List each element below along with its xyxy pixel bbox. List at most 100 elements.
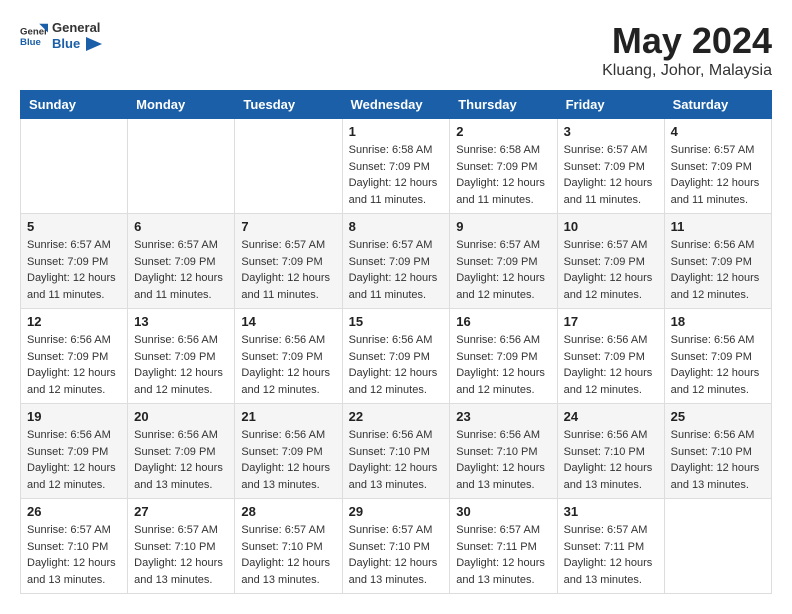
logo-icon: General Blue bbox=[20, 22, 48, 50]
table-row bbox=[128, 119, 235, 214]
day-number: 16 bbox=[456, 314, 550, 329]
day-number: 6 bbox=[134, 219, 228, 234]
table-row: 19 Sunrise: 6:56 AMSunset: 7:09 PMDayligh… bbox=[21, 404, 128, 499]
header-wednesday: Wednesday bbox=[342, 91, 450, 119]
table-row: 8Sunrise: 6:57 AMSunset: 7:09 PMDaylight… bbox=[342, 214, 450, 309]
calendar-table: Sunday Monday Tuesday Wednesday Thursday… bbox=[20, 90, 772, 594]
day-info: Sunrise: 6:57 AMSunset: 7:09 PMDaylight:… bbox=[241, 237, 335, 303]
day-number: 17 bbox=[564, 314, 658, 329]
day-info: Sunrise: 6:57 AMSunset: 7:10 PMDaylight:… bbox=[134, 522, 228, 588]
table-row: 22 Sunrise: 6:56 AMSunset: 7:10 PMDayligh… bbox=[342, 404, 450, 499]
table-row: 12 Sunrise: 6:56 AMSunset: 7:09 PMDayligh… bbox=[21, 309, 128, 404]
calendar-week-row: 19 Sunrise: 6:56 AMSunset: 7:09 PMDayligh… bbox=[21, 404, 772, 499]
day-info: Sunrise: 6:56 AMSunset: 7:10 PMDaylight:… bbox=[564, 427, 658, 493]
table-row: 21Sunrise: 6:56 AMSunset: 7:09 PMDayligh… bbox=[235, 404, 342, 499]
title-block: May 2024 Kluang, Johor, Malaysia bbox=[602, 20, 772, 80]
table-row: 20 Sunrise: 6:56 AMSunset: 7:09 PMDayligh… bbox=[128, 404, 235, 499]
table-row: 27 Sunrise: 6:57 AMSunset: 7:10 PMDayligh… bbox=[128, 499, 235, 594]
calendar-week-row: 26Sunrise: 6:57 AMSunset: 7:10 PMDayligh… bbox=[21, 499, 772, 594]
calendar-location: Kluang, Johor, Malaysia bbox=[602, 62, 772, 80]
day-number: 31 bbox=[564, 504, 658, 519]
day-info: Sunrise: 6:56 AMSunset: 7:09 PMDaylight:… bbox=[241, 332, 335, 398]
day-number: 25 bbox=[671, 409, 765, 424]
day-number: 22 bbox=[349, 409, 444, 424]
day-info: Sunrise: 6:56 AMSunset: 7:09 PMDaylight:… bbox=[456, 332, 550, 398]
header-saturday: Saturday bbox=[664, 91, 771, 119]
table-row: 25 Sunrise: 6:56 AMSunset: 7:10 PMDayligh… bbox=[664, 404, 771, 499]
day-number: 8 bbox=[349, 219, 444, 234]
table-row: 10 Sunrise: 6:57 AMSunset: 7:09 PMDayligh… bbox=[557, 214, 664, 309]
day-info: Sunrise: 6:56 AMSunset: 7:09 PMDaylight:… bbox=[241, 427, 335, 493]
table-row bbox=[664, 499, 771, 594]
weekday-header-row: Sunday Monday Tuesday Wednesday Thursday… bbox=[21, 91, 772, 119]
table-row: 7 Sunrise: 6:57 AMSunset: 7:09 PMDaylight… bbox=[235, 214, 342, 309]
day-info: Sunrise: 6:56 AMSunset: 7:09 PMDaylight:… bbox=[349, 332, 444, 398]
day-info: Sunrise: 6:56 AMSunset: 7:09 PMDaylight:… bbox=[671, 332, 765, 398]
table-row: 18 Sunrise: 6:56 AMSunset: 7:09 PMDayligh… bbox=[664, 309, 771, 404]
day-number: 24 bbox=[564, 409, 658, 424]
table-row: 13Sunrise: 6:56 AMSunset: 7:09 PMDayligh… bbox=[128, 309, 235, 404]
day-info: Sunrise: 6:58 AMSunset: 7:09 PMDaylight:… bbox=[456, 142, 550, 208]
table-row: 30 Sunrise: 6:57 AMSunset: 7:11 PMDayligh… bbox=[450, 499, 557, 594]
table-row bbox=[235, 119, 342, 214]
day-info: Sunrise: 6:57 AMSunset: 7:10 PMDaylight:… bbox=[241, 522, 335, 588]
day-info: Sunrise: 6:56 AMSunset: 7:09 PMDaylight:… bbox=[134, 427, 228, 493]
table-row: 17 Sunrise: 6:56 AMSunset: 7:09 PMDayligh… bbox=[557, 309, 664, 404]
day-info: Sunrise: 6:56 AMSunset: 7:09 PMDaylight:… bbox=[564, 332, 658, 398]
header-monday: Monday bbox=[128, 91, 235, 119]
day-number: 19 bbox=[27, 409, 121, 424]
day-number: 27 bbox=[134, 504, 228, 519]
day-number: 14 bbox=[241, 314, 335, 329]
svg-text:Blue: Blue bbox=[20, 36, 41, 47]
day-info: Sunrise: 6:57 AMSunset: 7:09 PMDaylight:… bbox=[564, 237, 658, 303]
day-info: Sunrise: 6:56 AMSunset: 7:10 PMDaylight:… bbox=[671, 427, 765, 493]
day-info: Sunrise: 6:56 AMSunset: 7:10 PMDaylight:… bbox=[349, 427, 444, 493]
table-row: 15Sunrise: 6:56 AMSunset: 7:09 PMDayligh… bbox=[342, 309, 450, 404]
table-row: 1Sunrise: 6:58 AMSunset: 7:09 PMDaylight… bbox=[342, 119, 450, 214]
logo-general-text: General bbox=[52, 20, 100, 35]
logo-arrow-icon bbox=[86, 37, 102, 51]
table-row: 29 Sunrise: 6:57 AMSunset: 7:10 PMDayligh… bbox=[342, 499, 450, 594]
calendar-week-row: 1Sunrise: 6:58 AMSunset: 7:09 PMDaylight… bbox=[21, 119, 772, 214]
page-header: General Blue General Blue May 2024 Kluan… bbox=[20, 20, 772, 80]
header-friday: Friday bbox=[557, 91, 664, 119]
calendar-week-row: 5Sunrise: 6:57 AMSunset: 7:09 PMDaylight… bbox=[21, 214, 772, 309]
day-number: 28 bbox=[241, 504, 335, 519]
day-number: 13 bbox=[134, 314, 228, 329]
table-row: 24 Sunrise: 6:56 AMSunset: 7:10 PMDayligh… bbox=[557, 404, 664, 499]
day-number: 3 bbox=[564, 124, 658, 139]
day-info: Sunrise: 6:57 AMSunset: 7:10 PMDaylight:… bbox=[349, 522, 444, 588]
day-info: Sunrise: 6:57 AMSunset: 7:09 PMDaylight:… bbox=[671, 142, 765, 208]
table-row: 5Sunrise: 6:57 AMSunset: 7:09 PMDaylight… bbox=[21, 214, 128, 309]
day-info: Sunrise: 6:56 AMSunset: 7:09 PMDaylight:… bbox=[27, 427, 121, 493]
day-info: Sunrise: 6:57 AMSunset: 7:11 PMDaylight:… bbox=[456, 522, 550, 588]
day-info: Sunrise: 6:57 AMSunset: 7:09 PMDaylight:… bbox=[134, 237, 228, 303]
day-number: 4 bbox=[671, 124, 765, 139]
day-info: Sunrise: 6:56 AMSunset: 7:09 PMDaylight:… bbox=[671, 237, 765, 303]
day-number: 20 bbox=[134, 409, 228, 424]
day-info: Sunrise: 6:57 AMSunset: 7:09 PMDaylight:… bbox=[27, 237, 121, 303]
day-info: Sunrise: 6:56 AMSunset: 7:10 PMDaylight:… bbox=[456, 427, 550, 493]
day-number: 12 bbox=[27, 314, 121, 329]
day-number: 10 bbox=[564, 219, 658, 234]
table-row: 4 Sunrise: 6:57 AMSunset: 7:09 PMDaylight… bbox=[664, 119, 771, 214]
day-info: Sunrise: 6:57 AMSunset: 7:09 PMDaylight:… bbox=[564, 142, 658, 208]
day-number: 23 bbox=[456, 409, 550, 424]
header-sunday: Sunday bbox=[21, 91, 128, 119]
logo: General Blue General Blue bbox=[20, 20, 102, 51]
table-row: 23 Sunrise: 6:56 AMSunset: 7:10 PMDayligh… bbox=[450, 404, 557, 499]
header-tuesday: Tuesday bbox=[235, 91, 342, 119]
day-info: Sunrise: 6:56 AMSunset: 7:09 PMDaylight:… bbox=[27, 332, 121, 398]
day-number: 7 bbox=[241, 219, 335, 234]
day-number: 9 bbox=[456, 219, 550, 234]
day-number: 18 bbox=[671, 314, 765, 329]
day-number: 29 bbox=[349, 504, 444, 519]
table-row: 9 Sunrise: 6:57 AMSunset: 7:09 PMDaylight… bbox=[450, 214, 557, 309]
day-info: Sunrise: 6:57 AMSunset: 7:11 PMDaylight:… bbox=[564, 522, 658, 588]
day-info: Sunrise: 6:58 AMSunset: 7:09 PMDaylight:… bbox=[349, 142, 444, 208]
day-number: 30 bbox=[456, 504, 550, 519]
table-row: 16 Sunrise: 6:56 AMSunset: 7:09 PMDayligh… bbox=[450, 309, 557, 404]
day-info: Sunrise: 6:57 AMSunset: 7:09 PMDaylight:… bbox=[456, 237, 550, 303]
day-number: 11 bbox=[671, 219, 765, 234]
table-row: 14 Sunrise: 6:56 AMSunset: 7:09 PMDayligh… bbox=[235, 309, 342, 404]
